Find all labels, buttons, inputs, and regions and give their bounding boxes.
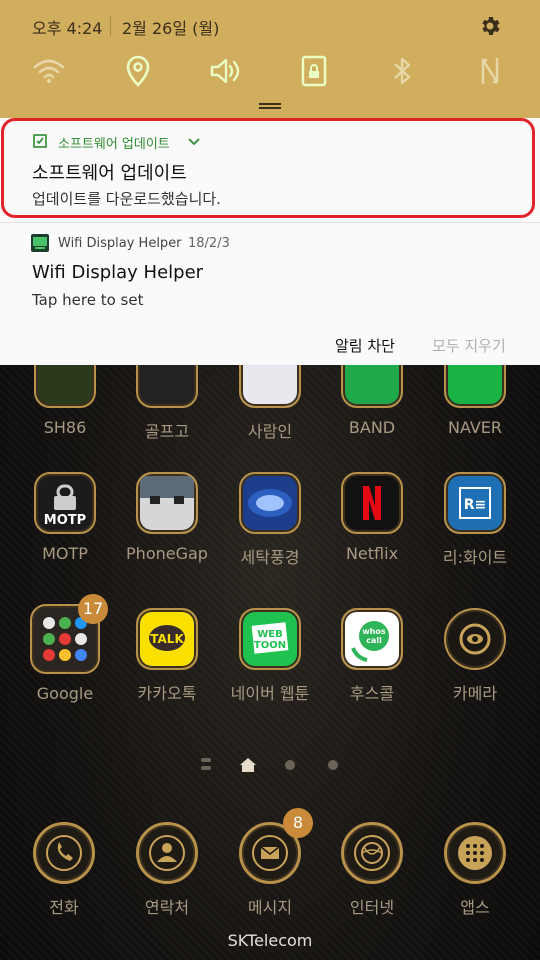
app-label: BAND: [348, 418, 396, 437]
notification-text: Tap here to set: [32, 291, 144, 309]
app-label: NAVER: [447, 418, 503, 437]
app-label: 네이버 웹툰: [230, 684, 310, 703]
bluetooth-icon[interactable]: [385, 54, 419, 88]
nfc-icon[interactable]: [473, 54, 507, 88]
app-google-folder[interactable]: Google 17: [15, 594, 115, 703]
app-label: 카메라: [452, 684, 498, 703]
app-label: SH86: [43, 418, 87, 437]
dock-label: 인터넷: [349, 898, 395, 917]
app-label: 세탁풍경: [240, 548, 300, 567]
svg-text:MOTP: MOTP: [44, 513, 86, 528]
status-divider: [110, 16, 111, 36]
whoscall-icon: whos call: [341, 608, 403, 670]
wifi-icon[interactable]: [32, 54, 66, 88]
quick-settings-panel: 오후 4:24 2월 26일 (월): [0, 0, 540, 118]
laundry-icon: [239, 472, 301, 534]
app-label: PhoneGap: [126, 544, 208, 563]
notification-title: Wifi Display Helper: [32, 262, 204, 283]
sound-icon[interactable]: [208, 54, 242, 88]
app-label: 사람인: [247, 422, 293, 441]
camera-icon: [444, 608, 506, 670]
svg-text:call: call: [366, 636, 382, 645]
dock-label: 전화: [49, 898, 79, 917]
notification-software-update[interactable]: 소프트웨어 업데이트 소프트웨어 업데이트 업데이트를 다운로드했습니다.: [0, 118, 540, 222]
svg-text:WEB: WEB: [257, 629, 282, 640]
app-label: 카카오톡: [137, 684, 197, 703]
page-indicator: [0, 758, 540, 774]
app-whoscall[interactable]: whos call 후스콜: [322, 608, 422, 704]
page-menu-icon[interactable]: [201, 758, 211, 762]
svg-text:whos: whos: [362, 627, 386, 636]
dock-contacts[interactable]: 연락처: [117, 822, 217, 918]
block-notifications-button[interactable]: 알림 차단: [335, 335, 395, 356]
phonegap-icon: [136, 472, 198, 534]
notification-app-name: Wifi Display Helper: [58, 236, 182, 251]
drag-handle[interactable]: [259, 103, 281, 109]
webtoon-icon: WEB TOON: [239, 608, 301, 670]
app-label: Google: [36, 684, 94, 703]
app-laundry[interactable]: 세탁풍경: [220, 472, 320, 568]
app-camera[interactable]: 카메라: [425, 608, 525, 704]
home-page-icon[interactable]: [240, 758, 256, 772]
notification-app-name: 소프트웨어 업데이트: [58, 137, 170, 152]
svg-text:TOON: TOON: [254, 640, 286, 651]
page-dot[interactable]: [285, 760, 295, 770]
software-update-icon: [33, 134, 47, 148]
status-time: 오후 4:24: [32, 19, 103, 38]
netflix-icon: [341, 472, 403, 534]
svg-text:R≡: R≡: [464, 497, 487, 513]
app-netflix[interactable]: Netflix: [322, 472, 422, 563]
page-dot[interactable]: [328, 760, 338, 770]
app-label: 골프고: [144, 422, 190, 441]
app-phonegap[interactable]: PhoneGap: [117, 472, 217, 563]
app-motp[interactable]: MOTP MOTP: [15, 472, 115, 563]
location-icon[interactable]: [121, 54, 155, 88]
apps-grid-icon: [444, 822, 506, 884]
chevron-down-icon[interactable]: [188, 137, 200, 147]
dock-phone[interactable]: 전화: [14, 822, 114, 918]
page-menu-icon-bottom: [201, 766, 211, 770]
app-label: MOTP: [42, 544, 88, 563]
app-rewhite[interactable]: R≡ 리:화이트: [425, 472, 525, 568]
notification-text: 업데이트를 다운로드했습니다.: [32, 190, 221, 208]
wifi-display-helper-icon: [31, 234, 49, 252]
settings-gear-icon[interactable]: [478, 14, 502, 38]
rotation-lock-icon[interactable]: [297, 54, 331, 88]
notification-badge: 17: [78, 594, 108, 624]
notification-wifi-display-helper[interactable]: Wifi Display Helper 18/2/3 Wifi Display …: [0, 222, 540, 365]
dock-internet[interactable]: 인터넷: [322, 822, 422, 918]
dock-label: 메시지: [247, 898, 293, 917]
dock-label: 앱스: [460, 898, 490, 917]
kakaotalk-icon: TALK: [136, 608, 198, 670]
clear-all-button[interactable]: 모두 지우기: [432, 335, 506, 356]
contacts-icon: [136, 822, 198, 884]
notification-title: 소프트웨어 업데이트: [32, 163, 187, 184]
dock-apps[interactable]: 앱스: [425, 822, 525, 918]
svg-text:TALK: TALK: [150, 632, 184, 646]
app-label: Netflix: [345, 544, 399, 563]
app-kakaotalk[interactable]: TALK 카카오톡: [117, 608, 217, 704]
notification-badge: 8: [283, 808, 313, 838]
dock-messages[interactable]: 메시지 8: [220, 808, 320, 918]
status-date: 2월 26일 (월): [122, 19, 220, 38]
app-label: 리:화이트: [442, 548, 508, 567]
app-label: 후스콜: [349, 684, 395, 703]
dock-label: 연락처: [144, 898, 190, 917]
rewhite-icon: R≡: [444, 472, 506, 534]
app-naver-webtoon[interactable]: WEB TOON 네이버 웹툰: [220, 608, 320, 704]
phone-icon: [33, 822, 95, 884]
carrier-label: SKTelecom: [227, 931, 313, 950]
motp-icon: MOTP: [34, 472, 96, 534]
notification-time: 18/2/3: [188, 236, 230, 251]
internet-icon: [341, 822, 403, 884]
